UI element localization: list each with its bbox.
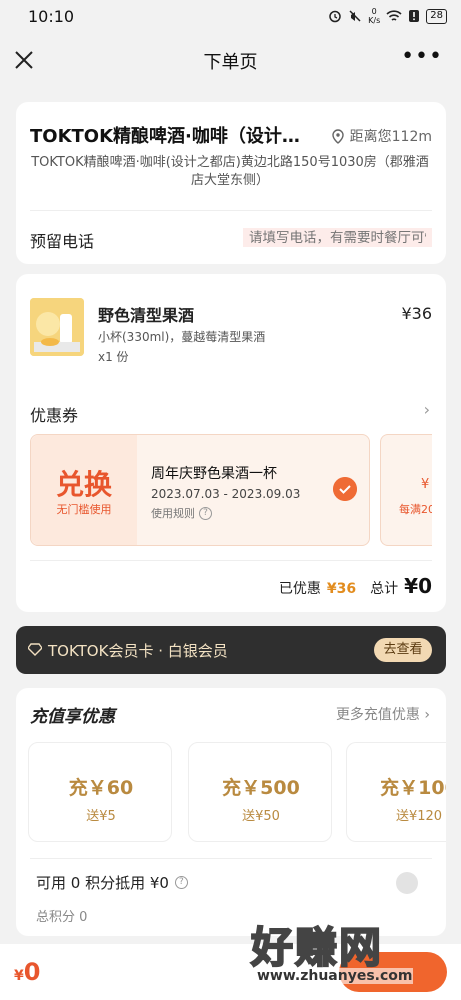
store-address: TOKTOK精酿啤酒·咖啡(设计之都店)黄边北路150号1030房（郡雅酒店大堂…	[31, 155, 429, 188]
saved-amount: ¥36	[326, 581, 357, 597]
store-name[interactable]: TOKTOK精酿啤酒·咖啡（设计…	[30, 122, 300, 148]
recharge-option[interactable]: 充￥100 送¥120	[346, 742, 446, 842]
more-recharge-link[interactable]: 更多充值优惠 ›	[336, 704, 430, 724]
alert-icon	[409, 10, 420, 22]
alarm-icon	[329, 10, 341, 23]
product-description: 小杯(330ml)，蔓越莓清型果酒	[98, 330, 266, 344]
product-price: ¥36	[401, 304, 432, 323]
coupon-rules-link[interactable]: 使用规则 ?	[151, 505, 212, 521]
distance-text: 距离您112m	[349, 129, 432, 145]
points-text: 可用 0 积分抵用 ¥0	[36, 874, 169, 892]
pay-amount-value: 0	[23, 958, 41, 986]
checkmark-icon[interactable]	[333, 477, 357, 501]
help-icon: ?	[199, 506, 212, 520]
product-image	[30, 298, 84, 356]
mute-icon	[349, 10, 361, 22]
order-totals: 已优惠 ¥36 总计 ¥0	[279, 574, 432, 598]
bottom-pay-bar: ¥0	[0, 944, 461, 1000]
recharge-option[interactable]: 充￥500 送¥50	[188, 742, 332, 842]
points-toggle[interactable]	[396, 872, 418, 894]
divider	[30, 560, 432, 561]
coupon-card-selected[interactable]: 兑换 无门槛使用 周年庆野色果酒一杯 2023.07.03 - 2023.09.…	[30, 434, 370, 546]
recharge-option-price: 充￥60	[68, 777, 134, 799]
recharge-title: 充值享优惠	[30, 707, 115, 727]
store-distance[interactable]: 距离您112m	[331, 126, 432, 146]
member-card-bar[interactable]: TOKTOK会员卡 · 白银会员 去查看	[16, 626, 446, 674]
view-member-button[interactable]: 去查看	[374, 638, 432, 662]
coupon-badge: 兑换	[55, 468, 112, 501]
coupon-date-range: 2023.07.03 - 2023.09.03	[151, 487, 301, 501]
more-icon[interactable]: •••	[401, 44, 443, 69]
page-title: 下单页	[203, 52, 258, 73]
wifi-icon	[386, 9, 402, 21]
recharge-option-bonus: 送¥50	[242, 809, 280, 824]
saved-label: 已优惠	[278, 581, 321, 597]
coupon-badge-area: 兑换 无门槛使用	[31, 435, 137, 545]
product-quantity: x1 份	[98, 350, 129, 364]
total-points: 总积分 0	[36, 910, 88, 925]
phone-input[interactable]	[243, 228, 432, 247]
coupon-name: 周年庆野色果酒一杯	[151, 466, 277, 482]
phone-label: 预留电话	[30, 232, 95, 251]
help-icon[interactable]: ?	[174, 876, 188, 889]
status-time: 10:10	[28, 6, 75, 26]
pay-currency: ¥	[14, 968, 24, 984]
coupon-card-next[interactable]: ¥ 每满20	[380, 434, 432, 546]
coupon-rules-label: 使用规则	[151, 507, 195, 520]
total-label: 总计	[370, 581, 399, 597]
recharge-option-bonus: 送¥5	[86, 809, 116, 824]
network-speed: 0 K/s	[368, 7, 381, 25]
battery-indicator: 28	[426, 8, 447, 24]
submit-order-button[interactable]	[339, 952, 447, 992]
total-amount: ¥0	[404, 574, 432, 598]
pay-amount: ¥0	[14, 958, 40, 986]
product-name: 野色清型果酒	[98, 306, 195, 325]
coupon-section-title: 优惠券	[30, 406, 79, 425]
divider	[30, 210, 432, 211]
recharge-card: 充值享优惠 更多充值优惠 › 充￥60 送¥5 充￥500 送¥50 充￥100…	[16, 688, 446, 936]
chevron-right-icon[interactable]: ›	[424, 400, 430, 419]
status-icons: 0 K/s 28	[328, 7, 447, 25]
store-card: TOKTOK精酿啤酒·咖啡（设计… 距离您112m TOKTOK精酿啤酒·咖啡(…	[16, 102, 446, 264]
status-bar: 10:10 0 K/s 28	[0, 0, 461, 32]
coupon-threshold: 无门槛使用	[56, 503, 112, 516]
member-card-text: TOKTOK会员卡 · 白银会员	[48, 642, 228, 660]
recharge-option-bonus: 送¥120	[395, 809, 443, 824]
diamond-icon	[28, 643, 42, 656]
recharge-option[interactable]: 充￥60 送¥5	[28, 742, 172, 842]
divider	[30, 858, 432, 859]
order-card: 野色清型果酒 ¥36 小杯(330ml)，蔓越莓清型果酒 x1 份 优惠券 › …	[16, 274, 446, 612]
points-deduction: 可用 0 积分抵用 ¥0 ?	[36, 872, 188, 893]
coupon-next-label: 每满20	[399, 503, 432, 516]
nav-bar: 下单页 •••	[0, 40, 461, 82]
recharge-option-price: 充￥500	[222, 777, 300, 799]
recharge-option-price: 充￥100	[380, 777, 446, 799]
coupon-next-price: ¥	[421, 477, 430, 492]
location-pin-icon	[331, 128, 344, 144]
close-icon[interactable]	[12, 48, 36, 72]
